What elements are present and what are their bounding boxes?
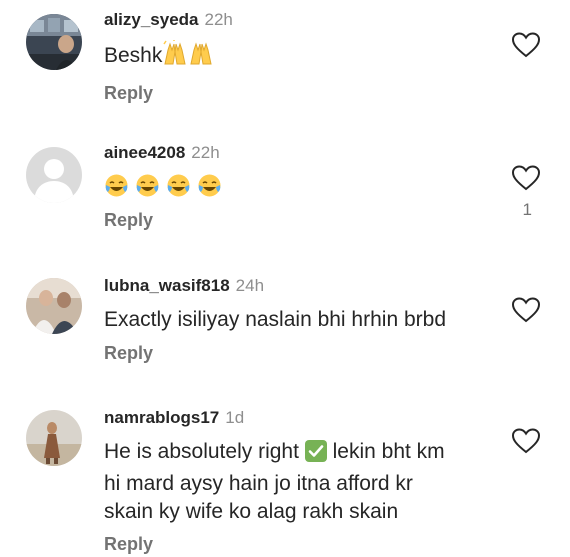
reply-button[interactable]: Reply [104, 210, 500, 231]
comment-text-content: Beshk [104, 44, 163, 67]
heart-icon[interactable] [511, 165, 541, 191]
raising-hands-icon [188, 40, 214, 73]
check-mark-button-icon [304, 440, 327, 470]
tears-of-joy-icon [135, 173, 160, 205]
timestamp: 22h [191, 143, 220, 162]
reply-button[interactable]: Reply [104, 534, 500, 555]
reply-button[interactable]: Reply [104, 343, 500, 364]
like-count: 1 [522, 200, 532, 219]
comment-text-line: skain ky wife ko alag rakh skain [104, 500, 399, 523]
username[interactable]: ainee4208 [104, 143, 185, 162]
comment-meta: namrablogs17 1d [104, 408, 500, 428]
comment-text-line: hi mard aysy hain jo itna afford kr [104, 472, 413, 495]
avatar[interactable] [26, 278, 82, 334]
avatar[interactable] [26, 147, 82, 203]
comment-text-content: lekin bht km [332, 440, 445, 463]
comment-meta: lubna_wasif818 24h [104, 276, 500, 296]
comment-text: Beshk [104, 40, 500, 73]
tears-of-joy-icon [197, 173, 222, 205]
username[interactable]: namrablogs17 [104, 408, 219, 427]
reply-button[interactable]: Reply [104, 83, 500, 104]
comment-meta: alizy_syeda 22h [104, 10, 500, 30]
comment-text-content: He is absolutely right [104, 440, 299, 463]
timestamp: 22h [204, 10, 233, 29]
tears-of-joy-icon [104, 173, 129, 205]
comment-text [104, 173, 500, 200]
heart-icon[interactable] [511, 428, 541, 454]
raising-hands-icon [162, 40, 188, 73]
timestamp: 1d [225, 408, 245, 427]
heart-icon[interactable] [511, 32, 541, 58]
username[interactable]: lubna_wasif818 [104, 276, 230, 295]
avatar[interactable] [26, 14, 82, 70]
avatar[interactable] [26, 410, 82, 466]
timestamp: 24h [235, 276, 265, 295]
username[interactable]: alizy_syeda [104, 10, 199, 29]
tears-of-joy-icon [166, 173, 191, 205]
comment-text: He is absolutely right lekin bht km hi m… [104, 438, 500, 526]
heart-icon[interactable] [511, 297, 541, 323]
comment-text: Exactly isiliyay naslain bhi hrhin brbd [104, 308, 446, 331]
comment-meta: ainee4208 22h [104, 143, 500, 163]
comment-text-line: He is absolutely right lekin bht km [104, 438, 500, 470]
